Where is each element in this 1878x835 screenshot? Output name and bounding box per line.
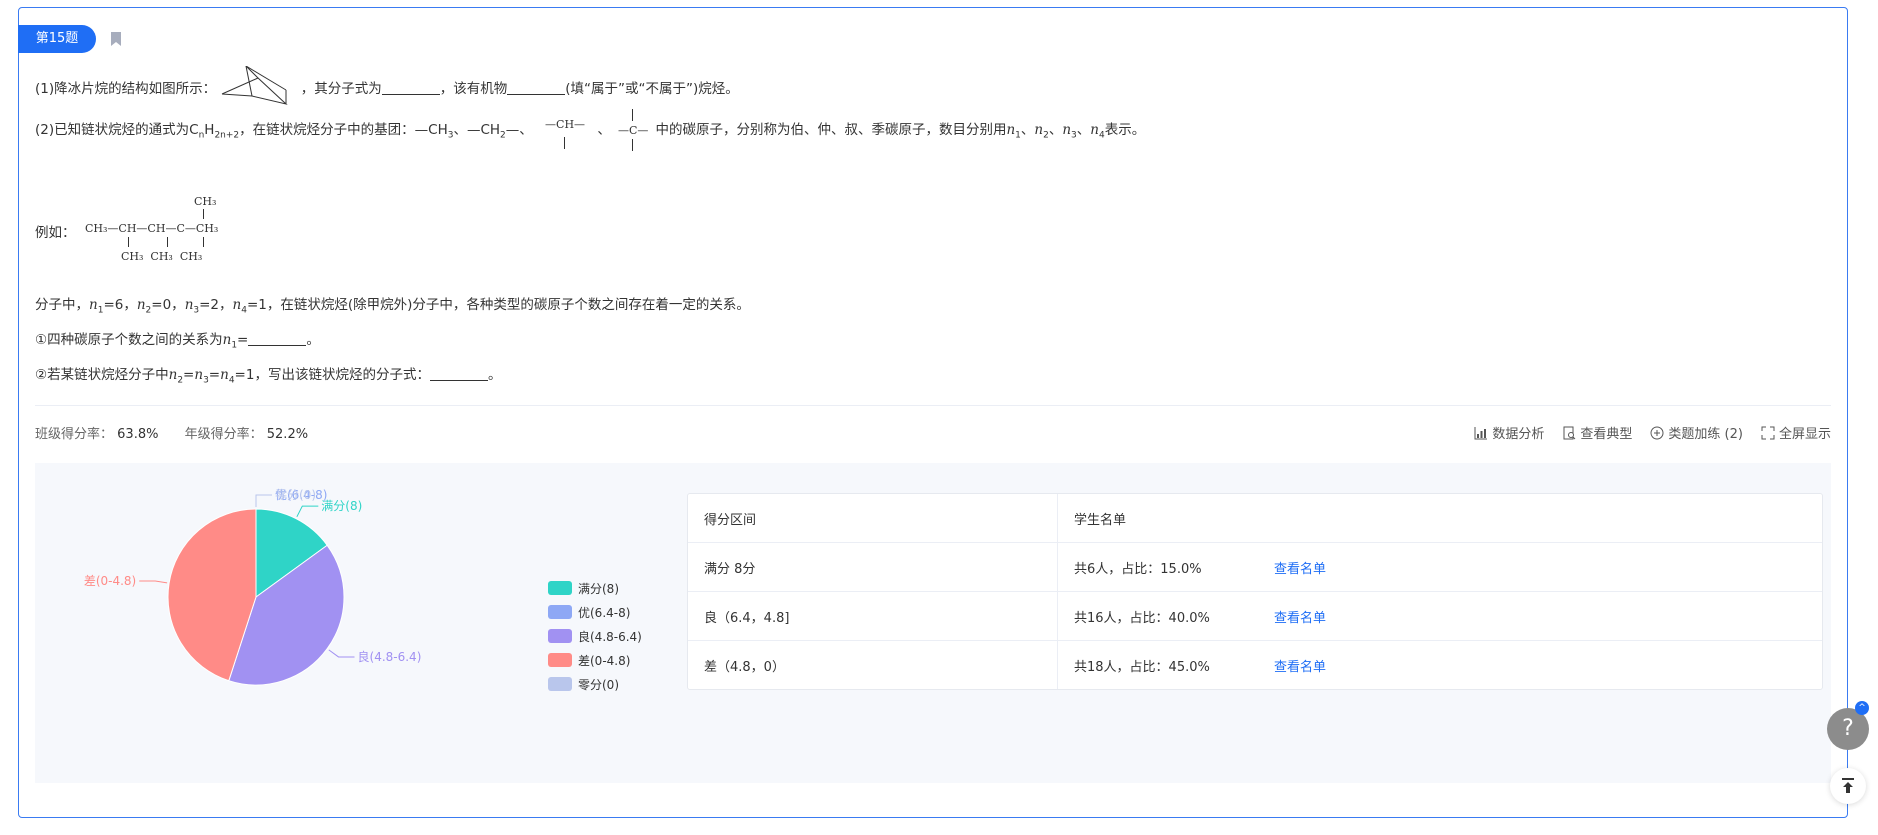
legend-item[interactable]: 优(6.4-8) bbox=[548, 600, 642, 624]
legend-swatch bbox=[548, 581, 572, 595]
pie-label-line bbox=[328, 649, 355, 658]
legend-label: 满分(8) bbox=[578, 581, 619, 596]
arrow-to-top-icon bbox=[1842, 778, 1854, 793]
pie-label-line bbox=[139, 580, 168, 584]
table-header-row: 得分区间 学生名单 bbox=[688, 494, 1822, 542]
legend-swatch bbox=[548, 629, 572, 643]
legend-label: 差(0-4.8) bbox=[578, 653, 631, 668]
toolbar: 数据分析 查看典型 类题加练 (2) 全屏显示 bbox=[1474, 423, 1831, 442]
class-rate-value: 63.8% bbox=[117, 427, 159, 442]
sub-question-1: ①四种碳原子个数之间的关系为n1=。 bbox=[35, 331, 320, 351]
legend-label: 良(4.8-6.4) bbox=[578, 629, 642, 644]
view-typical-button[interactable]: 查看典型 bbox=[1562, 423, 1632, 442]
table-row: 差（4.8，0） 共18人，占比：45.0% 查看名单 bbox=[688, 640, 1822, 689]
pie-label-line bbox=[255, 494, 272, 507]
score-rates: 班级得分率： 63.8% 年级得分率： 52.2% bbox=[35, 423, 330, 442]
question-line-3: 分子中，n1=6，n2=0，n3=2，n4=1，在链状烷烃(除甲烷外)分子中，各… bbox=[35, 297, 750, 316]
fullscreen-button[interactable]: 全屏显示 bbox=[1761, 423, 1831, 442]
student-count-cell: 共16人，占比：40.0% bbox=[1074, 610, 1210, 626]
pie-slice-label: 零分(0) bbox=[275, 488, 316, 502]
legend-item[interactable]: 零分(0) bbox=[548, 672, 642, 696]
score-range-table: 得分区间 学生名单 满分 8分 共6人，占比：15.0% 查看名单 良（6.4，4… bbox=[687, 493, 1823, 690]
question-number-badge: 第15题 bbox=[18, 25, 96, 53]
collapse-up-icon[interactable]: ^ bbox=[1855, 701, 1869, 715]
pie-slice-label: 满分(8) bbox=[321, 499, 362, 513]
answer-blank bbox=[381, 80, 440, 95]
score-range-cell: 差（4.8，0） bbox=[688, 641, 1058, 689]
legend-item[interactable]: 良(4.8-6.4) bbox=[548, 624, 642, 648]
norbornane-structure-image bbox=[222, 65, 289, 105]
legend-label: 零分(0) bbox=[578, 677, 619, 692]
score-range-cell: 良（6.4，4.8] bbox=[688, 592, 1058, 640]
data-analysis-button[interactable]: 数据分析 bbox=[1474, 423, 1544, 442]
table-header-range: 得分区间 bbox=[688, 494, 1058, 542]
view-list-link[interactable]: 查看名单 bbox=[1274, 607, 1326, 626]
table-row: 良（6.4，4.8] 共16人，占比：40.0% 查看名单 bbox=[688, 591, 1822, 640]
chart-legend: 满分(8) 优(6.4-8) 良(4.8-6.4) 差(0-4.8) 零分(0) bbox=[548, 576, 642, 696]
example-label: 例如： bbox=[35, 225, 76, 241]
score-range-cell: 满分 8分 bbox=[688, 543, 1058, 591]
view-list-link[interactable]: 查看名单 bbox=[1274, 656, 1326, 675]
example-structure: CH₃ CH₃—CH—CH—C—CH₃ CH₃ CH₃ CH₃ bbox=[85, 195, 219, 263]
back-to-top-button[interactable] bbox=[1830, 768, 1866, 804]
grade-rate-value: 52.2% bbox=[266, 427, 309, 442]
student-count-cell: 共6人，占比：15.0% bbox=[1074, 561, 1202, 577]
question-line-1: (1)降冰片烷的结构如图所示： ，其分子式为 ，该有机物 (填“属于”或“不属于”)… bbox=[35, 65, 739, 112]
table-header-students: 学生名单 bbox=[1074, 512, 1127, 528]
legend-item[interactable]: 满分(8) bbox=[548, 576, 642, 600]
legend-label: 优(6.4-8) bbox=[578, 605, 631, 620]
question-line-2: (2)已知链状烷烃的通式为CnH2n+2，在链状烷烃分子中的基团：—CH3、—C… bbox=[35, 109, 1145, 151]
pie-slice-label: 差(0-4.8) bbox=[84, 574, 136, 588]
student-count-cell: 共18人，占比：45.0% bbox=[1074, 659, 1210, 675]
score-distribution-pie-chart: 满分(8)良(4.8-6.4)差(0-4.8)优(6.4-8)零分(0) bbox=[84, 488, 422, 686]
document-search-icon bbox=[1563, 426, 1576, 439]
view-list-link[interactable]: 查看名单 bbox=[1274, 558, 1326, 577]
answer-blank bbox=[248, 331, 307, 346]
similar-practice-button[interactable]: 类题加练 (2) bbox=[1650, 423, 1743, 442]
pie-label-line bbox=[296, 505, 319, 518]
bookmark-icon[interactable] bbox=[111, 32, 121, 46]
legend-swatch bbox=[548, 605, 572, 619]
pie-label-line bbox=[255, 494, 272, 507]
grade-rate-label: 年级得分率： bbox=[184, 427, 263, 442]
methine-group-formula: —CH— bbox=[537, 115, 593, 149]
answer-blank bbox=[507, 80, 566, 95]
divider bbox=[35, 405, 1831, 406]
question-card: 第15题 (1)降冰片烷的结构如图所示： ，其分子式为 ，该有机物 (填“属于”或“… bbox=[18, 7, 1848, 818]
plus-circle-icon bbox=[1650, 426, 1664, 439]
bar-chart-icon bbox=[1474, 426, 1488, 439]
fullscreen-icon bbox=[1761, 426, 1775, 439]
legend-swatch bbox=[548, 677, 572, 691]
sub-question-2: ②若某链状烷烃分子中n2=n3=n4=1，写出该链状烷烃的分子式：。 bbox=[35, 366, 502, 386]
quaternary-carbon-formula: —C— bbox=[615, 109, 651, 151]
pie-slice-label: 良(4.8-6.4) bbox=[358, 649, 422, 664]
legend-swatch bbox=[548, 653, 572, 667]
answer-blank bbox=[429, 366, 488, 381]
class-rate-label: 班级得分率： bbox=[35, 427, 114, 442]
legend-item[interactable]: 差(0-4.8) bbox=[548, 648, 642, 672]
table-row: 满分 8分 共6人，占比：15.0% 查看名单 bbox=[688, 542, 1822, 591]
statistics-panel: 满分(8) 良(4.8-6.4) 差(0-4.8) 优(6.4-8) 零分(0) 满分(… bbox=[35, 463, 1831, 783]
